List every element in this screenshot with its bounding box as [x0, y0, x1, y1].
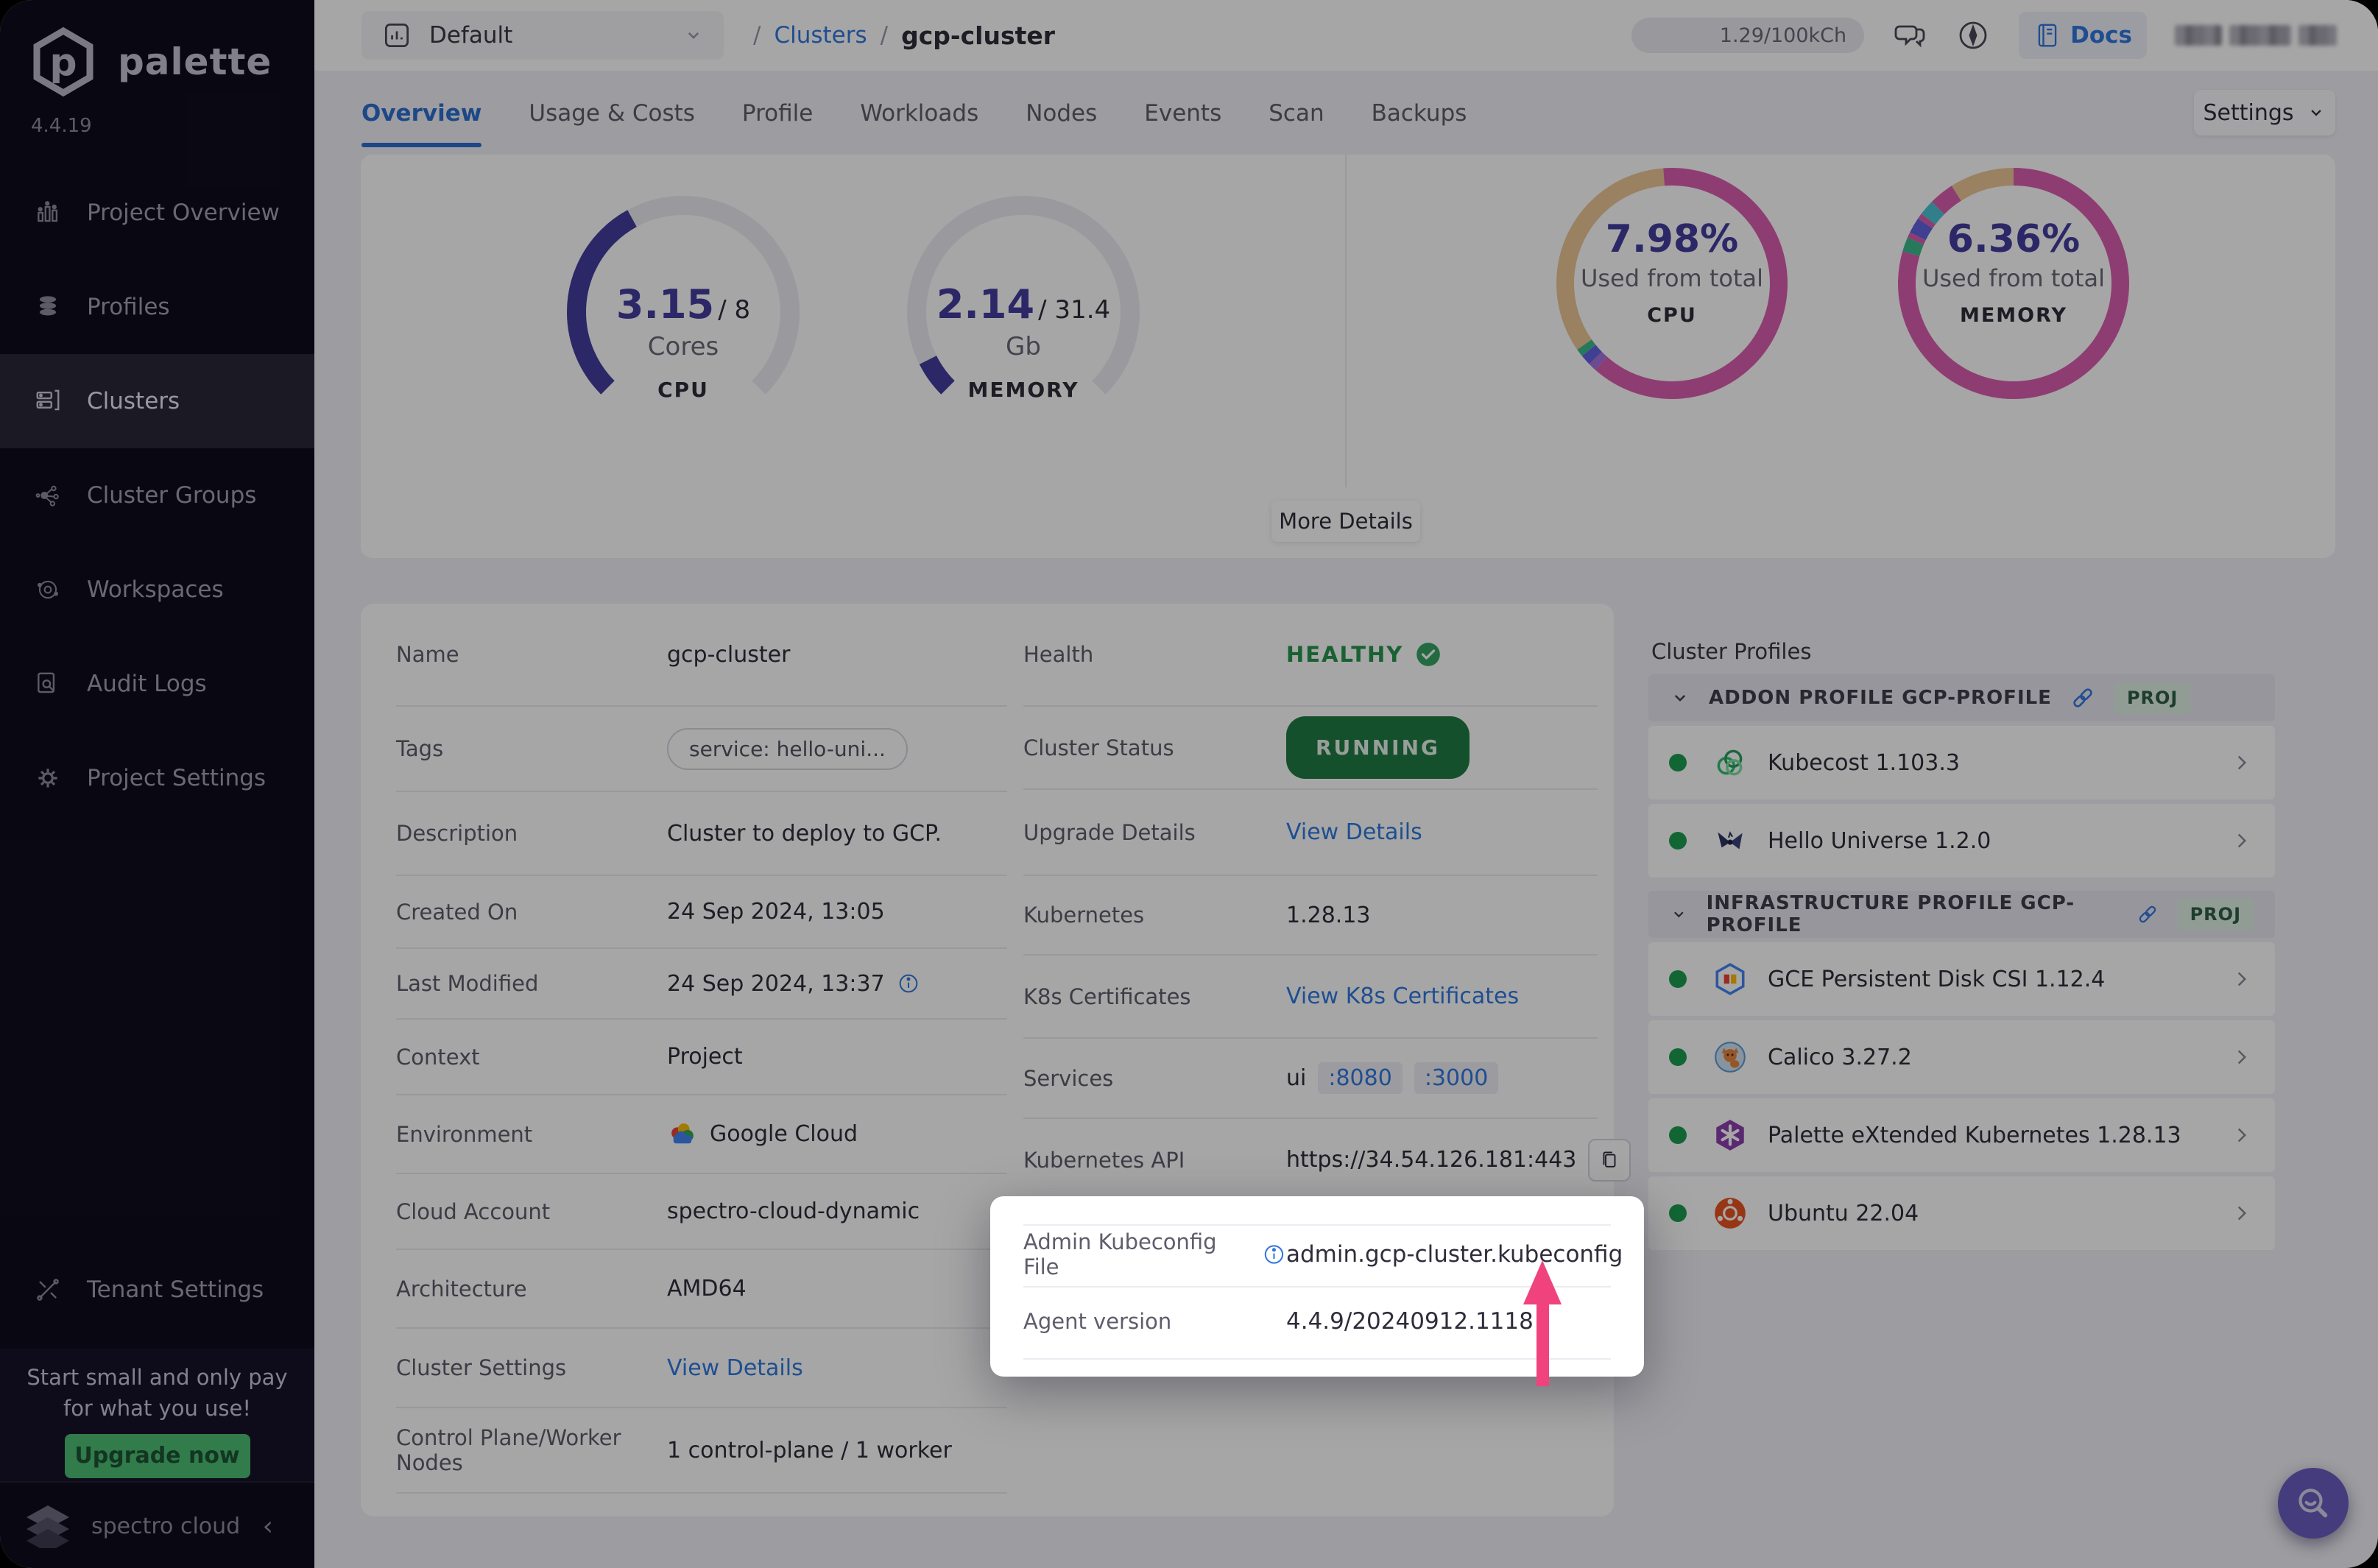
info-icon[interactable]: [1262, 1242, 1286, 1267]
admin-kubeconfig-link[interactable]: admin.gcp-cluster.kubeconfig: [1286, 1241, 1623, 1268]
row-label: Admin Kubeconfig File: [1023, 1229, 1252, 1279]
row-label: Agent version: [1023, 1309, 1171, 1334]
agent-version-value: 4.4.9/20240912.1118: [1286, 1308, 1534, 1335]
app-window: p palette 4.4.19 Project Overview Profil…: [0, 0, 2378, 1568]
pointer-arrow: [1523, 1260, 1562, 1386]
